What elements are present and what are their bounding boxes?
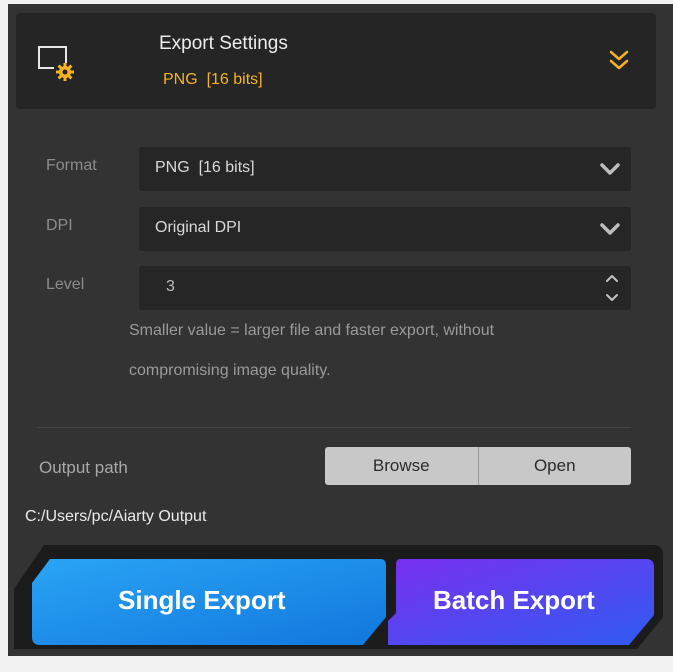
level-label: Level	[46, 276, 85, 293]
level-value: 3	[166, 278, 175, 295]
export-button-bar: Single Export Batch Export	[8, 537, 667, 660]
header-title: Export Settings	[159, 33, 288, 54]
dpi-select-value: Original DPI	[155, 219, 242, 236]
format-label: Format	[46, 157, 97, 174]
output-path-buttons: Browse Open	[325, 447, 631, 485]
export-settings-header[interactable]: Export Settings PNG [16 bits]	[16, 13, 656, 109]
double-chevron-down-icon[interactable]	[608, 47, 630, 73]
level-note-line2: compromising image quality.	[129, 362, 331, 379]
header-format-summary: PNG [16 bits]	[163, 71, 263, 88]
format-select[interactable]: PNG [16 bits]	[139, 147, 631, 191]
divider	[37, 427, 631, 428]
monitor-gear-icon	[38, 46, 74, 81]
format-select-value: PNG [16 bits]	[155, 159, 255, 176]
dpi-label: DPI	[46, 217, 73, 234]
single-export-button[interactable]: Single Export	[118, 585, 286, 616]
stepper-arrows-icon[interactable]	[605, 271, 619, 305]
open-button[interactable]: Open	[478, 447, 631, 485]
browse-button[interactable]: Browse	[325, 447, 479, 485]
level-stepper[interactable]: 3	[139, 266, 631, 310]
dpi-select[interactable]: Original DPI	[139, 207, 631, 251]
chevron-down-icon	[600, 163, 620, 175]
chevron-down-icon	[600, 223, 620, 235]
output-path-label: Output path	[39, 458, 128, 477]
output-path-value: C:/Users/pc/Aiarty Output	[25, 508, 207, 525]
level-note-line1: Smaller value = larger file and faster e…	[129, 322, 495, 339]
batch-export-button[interactable]: Batch Export	[433, 585, 595, 616]
